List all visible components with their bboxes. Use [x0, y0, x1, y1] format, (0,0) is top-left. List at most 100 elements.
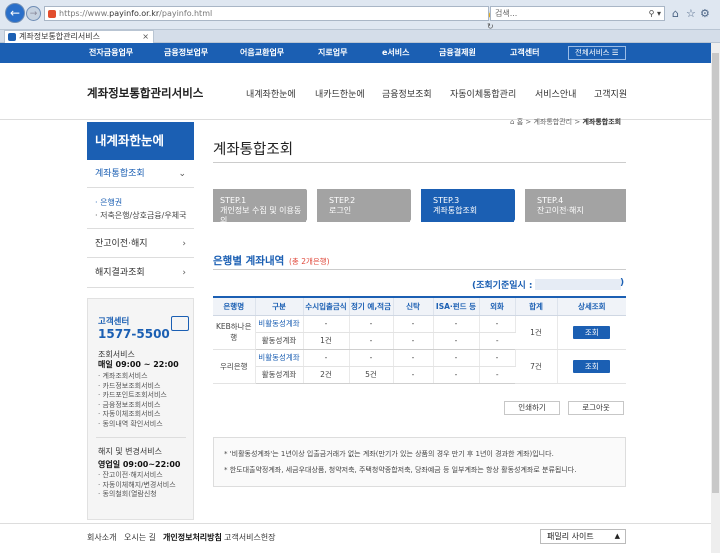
table-cell[interactable]: 비활동성계좌 — [255, 315, 304, 333]
forward-arrow-icon[interactable]: → — [26, 6, 41, 21]
browser-search-input[interactable]: 검색... ⚲ ▾ — [490, 6, 665, 21]
close-icon[interactable]: × — [142, 31, 149, 43]
address-bar[interactable]: https://www.payinfo.or.kr/payinfo.html 🔒… — [44, 6, 497, 31]
tab-favicon-icon — [8, 33, 16, 41]
query-date-value — [535, 279, 621, 290]
column-header: 신탁 — [393, 296, 434, 316]
column-header: 외화 — [479, 296, 516, 316]
table-cell: - — [349, 332, 394, 350]
family-site-select[interactable]: 패밀리 사이트 ▲ — [540, 529, 626, 544]
topnav-item[interactable]: 금융결제원 — [439, 43, 476, 63]
chevron-up-icon: ▲ — [614, 532, 620, 540]
sidebar-item-close-result[interactable]: 해지결과조회 › — [87, 258, 194, 288]
gnb-item[interactable]: 고객지원 — [594, 87, 627, 100]
table-cell: 활동성계좌 — [255, 366, 304, 384]
scrollbar-thumb[interactable] — [712, 53, 719, 493]
search-icon[interactable]: ⚲ ▾ — [649, 7, 661, 20]
column-header: 은행명 — [213, 296, 256, 316]
view-detail-button[interactable]: 조회 — [573, 359, 611, 373]
divider — [213, 162, 626, 163]
detail-cell: 조회 — [557, 315, 626, 350]
table-cell: - — [349, 315, 394, 333]
cs-title: 고객센터 — [98, 317, 130, 327]
cs-change-label: 해지 및 변경서비스 — [98, 447, 162, 456]
topnav-item[interactable]: 고객센터 — [510, 43, 539, 63]
cs-service-hours: 매일 09:00 ~ 22:00 — [98, 360, 179, 369]
column-header: 수시입출금식 — [303, 296, 350, 316]
table-cell: - — [303, 349, 350, 367]
sidebar-subitem-savings[interactable]: · 저축은행/상호금융/우체국 — [95, 210, 186, 221]
notice-text: * '비활동성계좌'는 1년이상 입출금거래가 없는 계좌(만기가 있는 상품의… — [224, 450, 554, 458]
cs-change-list: · 잔고이전·해지서비스 · 자동이체해지/변경서비스 · 동의철회(열람신청 — [98, 471, 176, 498]
footer-link-privacy[interactable]: 개인정보처리방침 — [163, 532, 222, 543]
settings-gear-icon[interactable]: ⚙ — [700, 7, 710, 20]
table-cell: - — [479, 332, 515, 350]
sidebar-subitem-bank[interactable]: · 은행권 — [95, 197, 122, 208]
step-2: STEP.2 로그인 — [317, 189, 410, 222]
bank-count: (총 2개은행) — [289, 257, 330, 266]
table-cell: 1건 — [303, 332, 350, 350]
gnb-item[interactable]: 내계좌한눈에 — [246, 87, 296, 100]
chevron-down-icon: ⌄ — [178, 169, 186, 179]
table-cell: - — [479, 366, 515, 384]
table-cell: - — [433, 366, 480, 384]
topnav-item[interactable]: e서비스 — [382, 43, 410, 63]
column-header: 상세조회 — [557, 296, 626, 316]
back-arrow-icon[interactable]: ← — [5, 3, 25, 23]
gnb-item[interactable]: 자동이체통합관리 — [450, 87, 516, 100]
site-favicon-icon — [48, 10, 56, 18]
topnav-item[interactable]: 금융정보업무 — [164, 43, 208, 63]
table-cell: - — [393, 332, 434, 350]
gnb-item[interactable]: 금융정보조회 — [382, 87, 432, 100]
table-cell: - — [433, 349, 480, 367]
total-cell: 7건 — [515, 349, 558, 384]
step-1: STEP.1 개인정보 수집 및 이용동의 — [213, 189, 306, 225]
footer-link[interactable]: 오시는 길 — [124, 532, 156, 543]
all-services-button[interactable]: 전체서비스 ☰ — [568, 46, 626, 60]
print-button[interactable]: 인쇄하기 — [504, 401, 560, 415]
table-cell: 활동성계좌 — [255, 332, 304, 350]
page-title: 계좌통합조회 — [213, 142, 294, 158]
table-cell: 5건 — [349, 366, 394, 384]
column-header: 정기 예,적금 — [349, 296, 394, 316]
browser-toolbar: ← → https://www.payinfo.or.kr/payinfo.ht… — [0, 0, 720, 31]
detail-cell: 조회 — [557, 349, 626, 384]
browser-tab[interactable]: 계좌정보통합관리서비스 × — [4, 30, 154, 43]
notice-text: * 한도대출약정계좌, 세금우대상품, 청약저축, 주택청약종합저축, 당좌예금… — [224, 466, 577, 474]
view-detail-button[interactable]: 조회 — [573, 325, 611, 339]
monitor-icon — [171, 316, 189, 331]
column-header: ISA·펀드 등 — [433, 296, 480, 316]
topnav-item[interactable]: 어음교환업무 — [240, 43, 284, 63]
table-cell: - — [393, 315, 434, 333]
table-cell: - — [393, 349, 434, 367]
gnb-item[interactable]: 서비스안내 — [535, 87, 576, 100]
topnav-item[interactable]: 지로업무 — [318, 43, 347, 63]
total-cell: 1건 — [515, 315, 558, 350]
table-cell: 2건 — [303, 366, 350, 384]
table-cell: - — [479, 315, 516, 333]
sidebar-item-account-inquiry[interactable]: 계좌통합조회 ⌄ — [87, 160, 194, 188]
sidebar-item-transfer-close[interactable]: 잔고이전·해지 › — [87, 228, 194, 258]
gnb-item[interactable]: 내카드한눈에 — [315, 87, 365, 100]
table-cell: - — [303, 315, 350, 333]
top-utility-nav: 전자금융업무 금융정보업무 어음교환업무 지로업무 e서비스 금융결제원 고객센… — [0, 43, 720, 63]
query-date-label: (조회기준일시 : — [472, 281, 533, 291]
table-cell[interactable]: 비활동성계좌 — [255, 349, 304, 367]
bank-name: 우리은행 — [213, 349, 256, 384]
home-icon[interactable]: ⌂ — [510, 118, 514, 126]
chevron-right-icon: › — [182, 268, 186, 278]
site-header: 계좌정보통합관리서비스 내계좌한눈에 내카드한눈에 금융정보조회 자동이체통합관… — [0, 63, 720, 120]
page-scrollbar[interactable] — [711, 43, 720, 553]
topnav-item[interactable]: 전자금융업무 — [89, 43, 133, 63]
logout-button[interactable]: 로그아웃 — [568, 401, 624, 415]
account-table: 은행명 구분 수시입출금식 정기 예,적금 신탁 ISA·펀드 등 외화 합계 … — [213, 296, 626, 384]
table-row: KEB하나은행 비활동성계좌 - - - - - 1건 조회 — [213, 315, 626, 350]
site-footer: 회사소개 오시는 길 개인정보처리방침 고객서비스헌장 패밀리 사이트 ▲ — [0, 523, 720, 553]
favorites-star-icon[interactable]: ☆ — [686, 7, 696, 20]
footer-link[interactable]: 고객서비스헌장 — [224, 532, 276, 543]
table-row: 우리은행 비활동성계좌 - - - - - 7건 조회 — [213, 349, 626, 384]
footer-link[interactable]: 회사소개 — [87, 532, 116, 543]
home-icon[interactable]: ⌂ — [672, 7, 679, 20]
site-title[interactable]: 계좌정보통합관리서비스 — [87, 85, 203, 101]
menu-icon: ☰ — [611, 48, 619, 57]
